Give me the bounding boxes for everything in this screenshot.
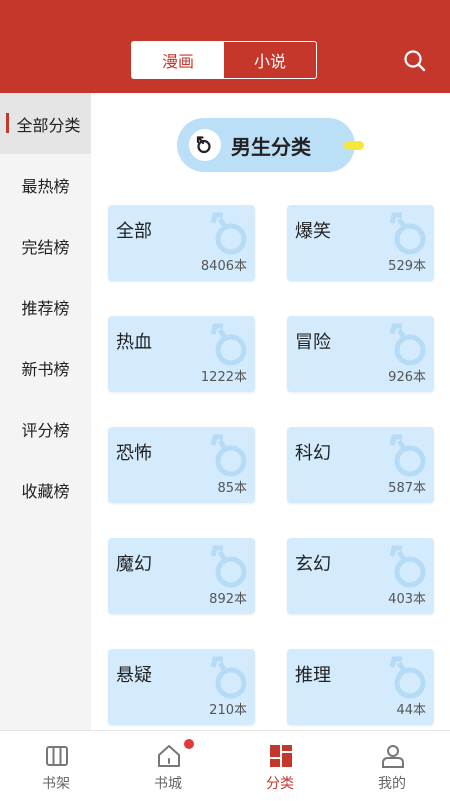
category-card-suspense[interactable]: 悬疑 210本 xyxy=(108,649,255,725)
category-count: 1222本 xyxy=(200,370,247,385)
nav-label: 分类 xyxy=(266,776,294,792)
category-count: 892本 xyxy=(209,592,247,607)
male-watermark-icon xyxy=(389,656,426,699)
nav-label: 书城 xyxy=(154,776,182,792)
nav-bookshelf[interactable]: 书架 xyxy=(0,731,112,801)
male-watermark-icon xyxy=(210,656,247,699)
male-watermark-icon xyxy=(389,212,426,255)
sidebar-item-label: 评分榜 xyxy=(21,420,70,440)
gender-pill-label: 男生分类 xyxy=(231,135,311,159)
category-grid-icon xyxy=(270,745,292,767)
nav-label: 书架 xyxy=(42,776,70,792)
male-watermark-icon xyxy=(210,212,247,255)
male-symbol-icon xyxy=(189,129,221,161)
sidebar-item-label: 收藏榜 xyxy=(21,481,70,501)
category-card-scifi[interactable]: 科幻 587本 xyxy=(287,427,434,503)
top-header: 漫画 小说 xyxy=(0,0,450,93)
sidebar-item-all-categories[interactable]: 全部分类 xyxy=(0,93,91,154)
nav-profile[interactable]: 我的 xyxy=(336,731,448,801)
bottom-nav: 书架 书城 分类 我的 xyxy=(0,730,450,800)
category-name: 冒险 xyxy=(295,332,331,353)
category-panel: 男生分类 全部 8406本 爆笑 529本 热血 1222本 冒险 926本 恐… xyxy=(91,93,450,730)
category-name: 推理 xyxy=(295,665,331,686)
category-card-magic[interactable]: 魔幻 892本 xyxy=(108,538,255,614)
sidebar-item-label: 全部分类 xyxy=(16,115,81,135)
sidebar-item-label: 完结榜 xyxy=(21,237,70,257)
home-icon xyxy=(158,745,180,767)
tab-comics[interactable]: 漫画 xyxy=(132,42,224,78)
ranking-sidebar: 全部分类 最热榜 完结榜 推荐榜 新书榜 评分榜 收藏榜 xyxy=(0,93,91,730)
category-count: 85本 xyxy=(217,481,247,496)
category-card-mystery[interactable]: 推理 44本 xyxy=(287,649,434,725)
category-count: 587本 xyxy=(388,481,426,496)
male-watermark-icon xyxy=(389,434,426,477)
male-watermark-icon xyxy=(210,323,247,366)
category-card-horror[interactable]: 恐怖 85本 xyxy=(108,427,255,503)
category-card-comedy[interactable]: 爆笑 529本 xyxy=(287,205,434,281)
sidebar-item-hottest[interactable]: 最热榜 xyxy=(0,154,91,215)
sidebar-item-rating[interactable]: 评分榜 xyxy=(0,398,91,459)
sidebar-item-new-books[interactable]: 新书榜 xyxy=(0,337,91,398)
category-count: 926本 xyxy=(388,370,426,385)
male-watermark-icon xyxy=(210,545,247,588)
content-type-tabs: 漫画 小说 xyxy=(131,41,317,79)
male-watermark-icon xyxy=(210,434,247,477)
category-card-xuanhuan[interactable]: 玄幻 403本 xyxy=(287,538,434,614)
gender-switch-pill[interactable]: 男生分类 xyxy=(177,118,355,172)
category-card-all[interactable]: 全部 8406本 xyxy=(108,205,255,281)
sidebar-item-label: 推荐榜 xyxy=(21,298,70,318)
category-count: 529本 xyxy=(388,259,426,274)
toggle-dot xyxy=(344,141,364,150)
search-icon[interactable] xyxy=(402,48,428,74)
notification-badge xyxy=(184,739,194,749)
category-card-action[interactable]: 热血 1222本 xyxy=(108,316,255,392)
bookshelf-icon xyxy=(46,746,68,766)
nav-label: 我的 xyxy=(378,776,406,792)
active-indicator xyxy=(6,113,9,133)
category-name: 魔幻 xyxy=(116,554,152,575)
category-name: 热血 xyxy=(116,332,152,353)
male-watermark-icon xyxy=(389,323,426,366)
category-count: 8406本 xyxy=(200,259,247,274)
category-name: 悬疑 xyxy=(116,665,152,686)
category-count: 44本 xyxy=(396,703,426,718)
male-watermark-icon xyxy=(389,545,426,588)
tab-novels[interactable]: 小说 xyxy=(224,42,316,78)
category-name: 恐怖 xyxy=(116,443,152,464)
category-name: 全部 xyxy=(116,221,152,242)
category-count: 403本 xyxy=(388,592,426,607)
sidebar-item-label: 最热榜 xyxy=(21,176,70,196)
category-name: 科幻 xyxy=(295,443,331,464)
sidebar-item-recommended[interactable]: 推荐榜 xyxy=(0,276,91,337)
profile-icon xyxy=(382,745,404,768)
category-count: 210本 xyxy=(209,703,247,718)
sidebar-item-label: 新书榜 xyxy=(21,359,70,379)
sidebar-item-completed[interactable]: 完结榜 xyxy=(0,215,91,276)
category-card-adventure[interactable]: 冒险 926本 xyxy=(287,316,434,392)
nav-category[interactable]: 分类 xyxy=(224,731,336,801)
category-name: 玄幻 xyxy=(295,554,331,575)
category-name: 爆笑 xyxy=(295,221,331,242)
sidebar-item-favorites[interactable]: 收藏榜 xyxy=(0,459,91,520)
nav-bookstore[interactable]: 书城 xyxy=(112,731,224,801)
